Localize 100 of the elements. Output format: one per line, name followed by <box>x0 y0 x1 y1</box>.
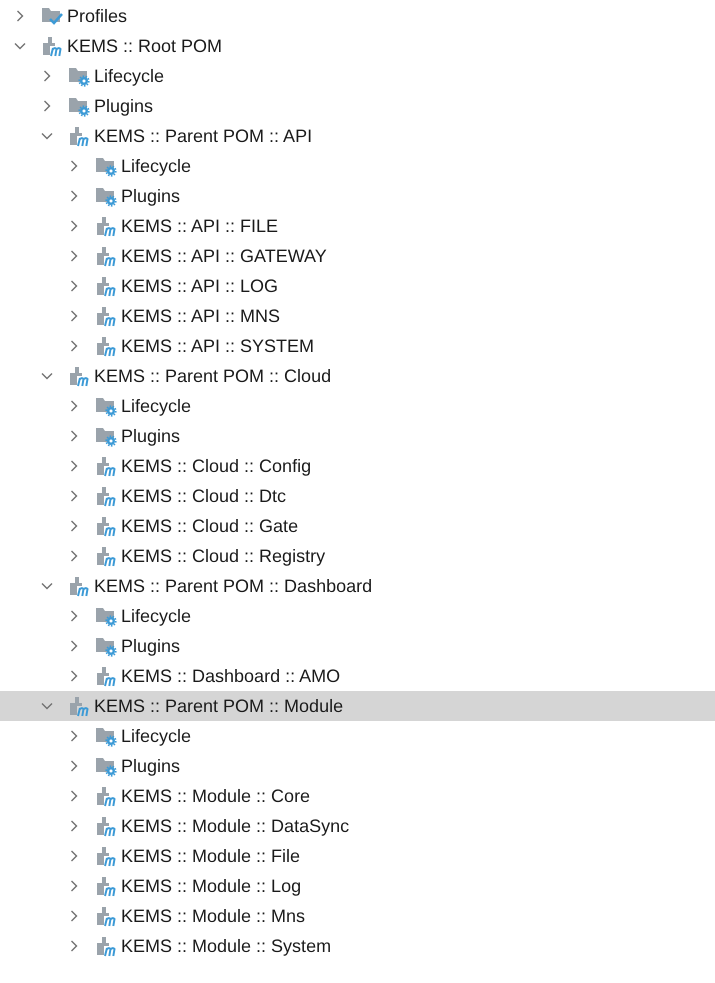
chevron-right-icon[interactable] <box>68 790 80 802</box>
chevron-right-icon[interactable] <box>68 760 80 772</box>
tree-row[interactable]: Lifecycle <box>0 601 715 631</box>
folder-gear-icon <box>94 725 118 747</box>
tree-row[interactable]: KEMS :: Parent POM :: Cloud <box>0 361 715 391</box>
maven-module-icon <box>94 455 118 477</box>
tree-row[interactable]: KEMS :: API :: LOG <box>0 271 715 301</box>
tree-row[interactable]: KEMS :: Parent POM :: API <box>0 121 715 151</box>
folder-gear-icon <box>94 155 118 177</box>
tree-row[interactable]: KEMS :: Root POM <box>0 31 715 61</box>
folder-gear-icon <box>67 95 91 117</box>
chevron-right-icon[interactable] <box>68 610 80 622</box>
tree-row[interactable]: KEMS :: Dashboard :: AMO <box>0 661 715 691</box>
tree-label: KEMS :: Module :: Core <box>121 786 310 806</box>
chevron-right-icon[interactable] <box>68 820 80 832</box>
chevron-right-icon[interactable] <box>68 880 80 892</box>
chevron-down-icon[interactable] <box>41 370 53 382</box>
tree-label: KEMS :: Parent POM :: Module <box>94 696 344 716</box>
tree-label: Lifecycle <box>121 396 192 416</box>
chevron-down-icon[interactable] <box>14 40 26 52</box>
tree-label: KEMS :: Dashboard :: AMO <box>121 666 340 686</box>
chevron-right-icon[interactable] <box>68 280 80 292</box>
folder-gear-icon <box>94 635 118 657</box>
tree-label: KEMS :: Module :: Log <box>121 876 302 896</box>
folder-gear-icon <box>94 395 118 417</box>
chevron-right-icon[interactable] <box>68 250 80 262</box>
chevron-right-icon[interactable] <box>14 10 26 22</box>
chevron-right-icon[interactable] <box>68 850 80 862</box>
folder-gear-icon <box>67 65 91 87</box>
tree-row[interactable]: Lifecycle <box>0 721 715 751</box>
tree-row[interactable]: Plugins <box>0 421 715 451</box>
tree-row[interactable]: KEMS :: Parent POM :: Module <box>0 691 715 721</box>
chevron-right-icon[interactable] <box>68 730 80 742</box>
maven-module-icon <box>67 125 91 147</box>
folder-check-icon <box>40 5 64 27</box>
maven-module-icon <box>40 35 64 57</box>
maven-module-icon <box>94 245 118 267</box>
chevron-right-icon[interactable] <box>68 190 80 202</box>
folder-gear-icon <box>94 425 118 447</box>
tree-row[interactable]: Lifecycle <box>0 391 715 421</box>
chevron-right-icon[interactable] <box>68 460 80 472</box>
tree-row[interactable]: Plugins <box>0 181 715 211</box>
tree-row[interactable]: KEMS :: Cloud :: Config <box>0 451 715 481</box>
chevron-right-icon[interactable] <box>41 70 53 82</box>
tree-row[interactable]: KEMS :: Module :: Core <box>0 781 715 811</box>
chevron-right-icon[interactable] <box>68 490 80 502</box>
maven-module-icon <box>94 905 118 927</box>
chevron-right-icon[interactable] <box>68 520 80 532</box>
folder-gear-icon <box>94 185 118 207</box>
tree-row[interactable]: Profiles <box>0 1 715 31</box>
tree-row[interactable]: Plugins <box>0 91 715 121</box>
chevron-right-icon[interactable] <box>68 220 80 232</box>
maven-module-icon <box>94 815 118 837</box>
maven-module-icon <box>67 365 91 387</box>
tree-row[interactable]: Lifecycle <box>0 151 715 181</box>
tree-label: KEMS :: Cloud :: Dtc <box>121 486 286 506</box>
chevron-right-icon[interactable] <box>68 910 80 922</box>
tree-label: KEMS :: Module :: Mns <box>121 906 306 926</box>
chevron-right-icon[interactable] <box>68 340 80 352</box>
tree-row[interactable]: KEMS :: API :: MNS <box>0 301 715 331</box>
tree-row[interactable]: KEMS :: Cloud :: Dtc <box>0 481 715 511</box>
tree-row[interactable]: KEMS :: Module :: Mns <box>0 901 715 931</box>
maven-module-icon <box>67 575 91 597</box>
tree-label: KEMS :: Root POM <box>67 36 222 56</box>
maven-module-icon <box>94 485 118 507</box>
chevron-right-icon[interactable] <box>68 430 80 442</box>
tree-row[interactable]: Lifecycle <box>0 61 715 91</box>
tree-row[interactable]: KEMS :: Cloud :: Registry <box>0 541 715 571</box>
tree-label: KEMS :: Cloud :: Gate <box>121 516 298 536</box>
tree-row[interactable]: KEMS :: API :: GATEWAY <box>0 241 715 271</box>
chevron-down-icon[interactable] <box>41 130 53 142</box>
chevron-right-icon[interactable] <box>68 160 80 172</box>
chevron-right-icon[interactable] <box>68 550 80 562</box>
tree-label: Plugins <box>121 186 180 206</box>
folder-gear-icon <box>94 605 118 627</box>
tree-label: KEMS :: API :: MNS <box>121 306 280 326</box>
tree-row[interactable]: KEMS :: Parent POM :: Dashboard <box>0 571 715 601</box>
chevron-down-icon[interactable] <box>41 580 53 592</box>
tree-label: KEMS :: API :: LOG <box>121 276 278 296</box>
tree-row[interactable]: KEMS :: Cloud :: Gate <box>0 511 715 541</box>
chevron-right-icon[interactable] <box>41 100 53 112</box>
tree-row[interactable]: KEMS :: Module :: File <box>0 841 715 871</box>
chevron-right-icon[interactable] <box>68 640 80 652</box>
tree-label: KEMS :: Module :: DataSync <box>121 816 350 836</box>
tree-row[interactable]: KEMS :: Module :: System <box>0 931 715 961</box>
tree-label: KEMS :: Cloud :: Registry <box>121 546 326 566</box>
chevron-right-icon[interactable] <box>68 400 80 412</box>
tree-row[interactable]: KEMS :: API :: FILE <box>0 211 715 241</box>
tree-row[interactable]: Plugins <box>0 751 715 781</box>
tree-row[interactable]: Plugins <box>0 631 715 661</box>
tree-label: Plugins <box>121 756 180 776</box>
tree-row[interactable]: KEMS :: API :: SYSTEM <box>0 331 715 361</box>
chevron-down-icon[interactable] <box>41 700 53 712</box>
tree-label: KEMS :: Module :: System <box>121 936 332 956</box>
chevron-right-icon[interactable] <box>68 940 80 952</box>
chevron-right-icon[interactable] <box>68 310 80 322</box>
chevron-right-icon[interactable] <box>68 670 80 682</box>
tree-row[interactable]: KEMS :: Module :: DataSync <box>0 811 715 841</box>
tree-label: KEMS :: API :: GATEWAY <box>121 246 327 266</box>
tree-row[interactable]: KEMS :: Module :: Log <box>0 871 715 901</box>
